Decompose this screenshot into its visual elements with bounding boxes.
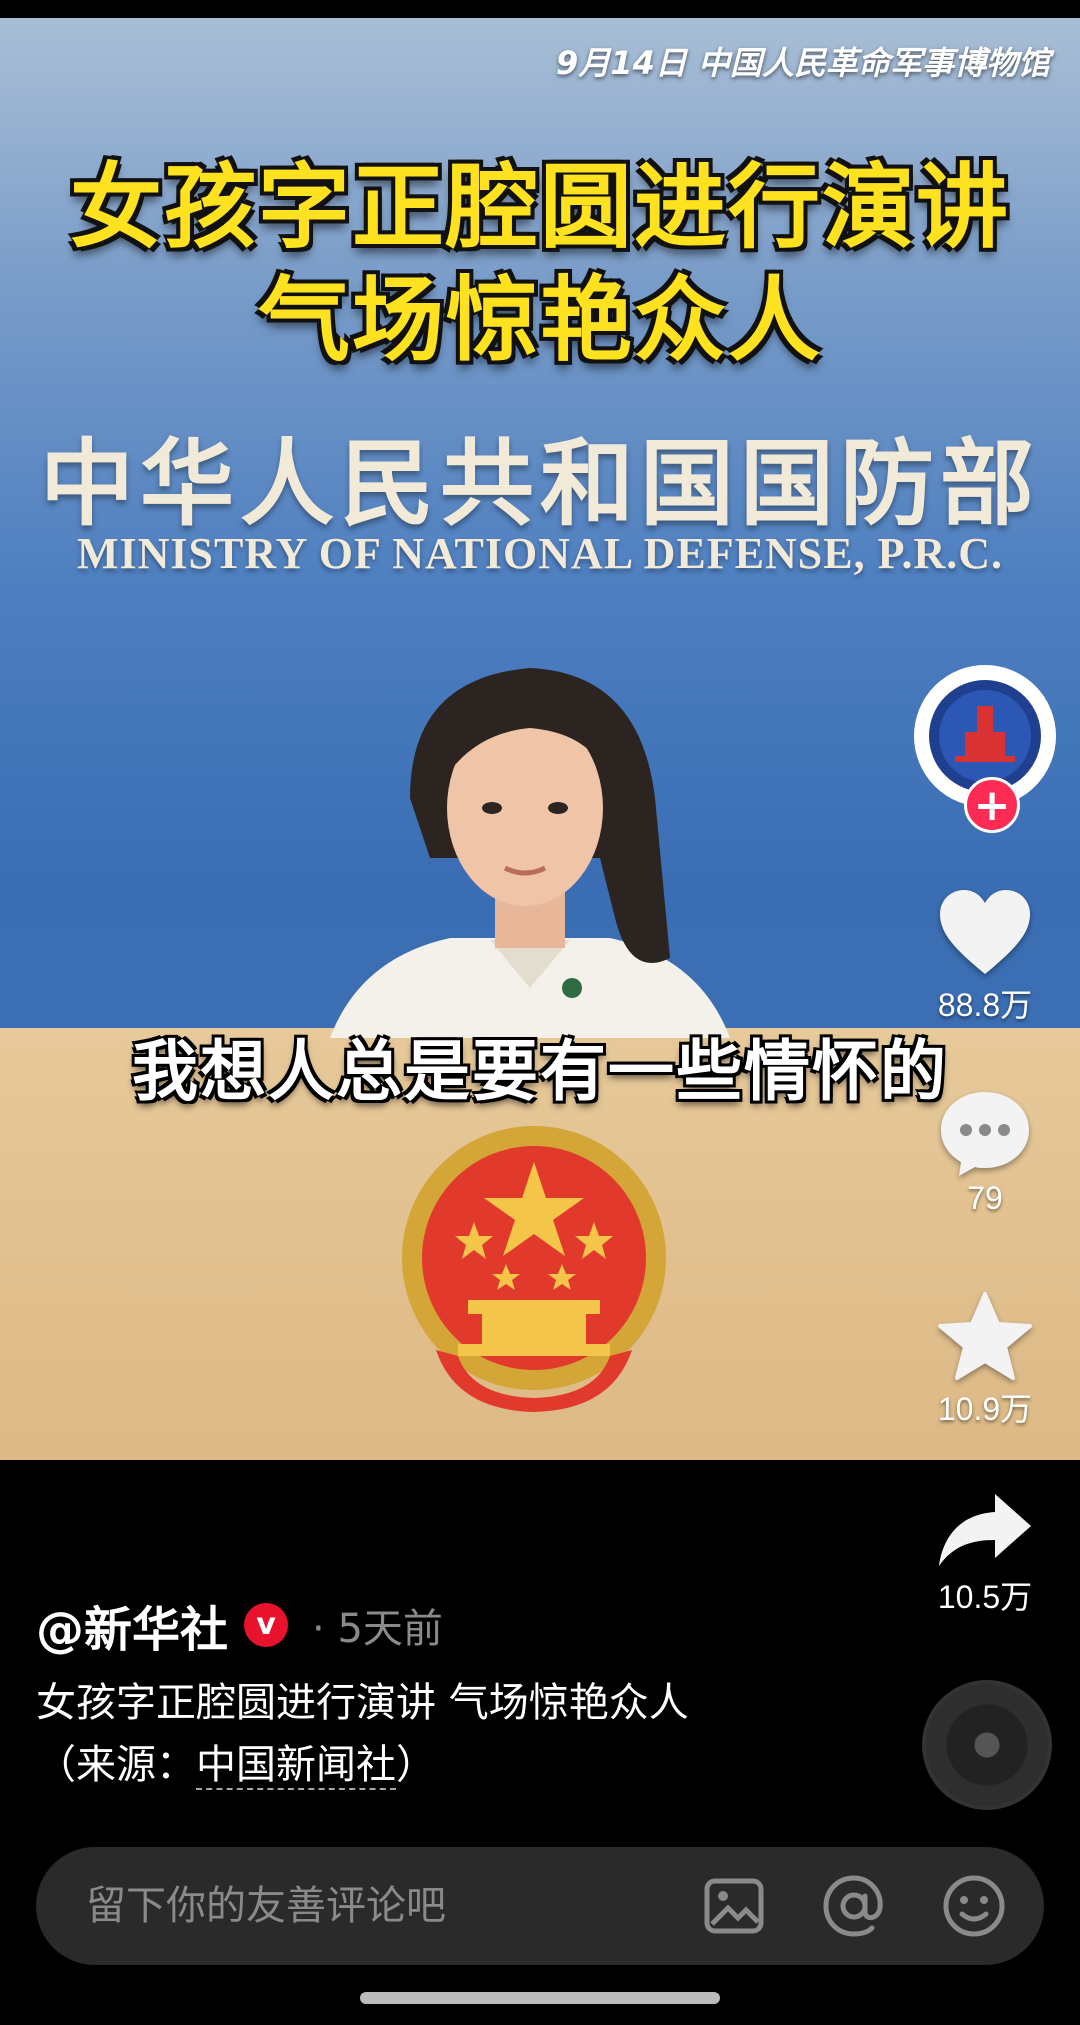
like-action[interactable]: 88.8万: [920, 888, 1050, 1026]
video-meta-line: 9月14日 中国人民革命军事博物馆: [556, 44, 1050, 82]
verified-badge-icon: v: [244, 1603, 289, 1647]
post-caption: 女孩字正腔圆进行演讲 气场惊艳众人: [36, 1680, 689, 1726]
like-count: 88.8万: [937, 987, 1033, 1023]
source-prefix: （来源：: [36, 1742, 196, 1788]
speaker-girl-figure: [330, 668, 730, 1038]
backdrop-title-en: MINISTRY OF NATIONAL DEFENSE, P.R.C.: [77, 529, 1003, 578]
mention-button[interactable]: [814, 1866, 894, 1946]
post-author-line: @新华社 v · 5天前: [36, 1590, 443, 1660]
comment-bar: [36, 1847, 1044, 1965]
emoji-button[interactable]: [934, 1866, 1014, 1946]
favorite-count: 10.9万: [937, 1391, 1033, 1427]
share-icon: [939, 1494, 1031, 1566]
heart-icon: [940, 890, 1030, 974]
favorite-action[interactable]: 10.9万: [920, 1290, 1050, 1430]
music-disc-icon[interactable]: [922, 1680, 1052, 1810]
post-source: （来源：中国新闻社）: [36, 1734, 816, 1796]
home-indicator[interactable]: [360, 1992, 720, 2004]
at-icon: [823, 1875, 883, 1937]
star-icon: [938, 1292, 1032, 1380]
image-icon: [704, 1878, 764, 1934]
post-time: · 5天前: [312, 1606, 443, 1652]
national-emblem: [402, 1126, 666, 1412]
source-suffix: ）: [396, 1742, 436, 1788]
video-headline-line2: 气场惊艳众人: [257, 267, 822, 374]
author-name[interactable]: @新华社: [36, 1590, 228, 1660]
video-subtitle: 我想人总是要有一些情怀的: [132, 1033, 948, 1110]
comment-count: 79: [967, 1180, 1003, 1216]
share-action[interactable]: 10.5万: [920, 1490, 1050, 1618]
author-avatar-group: +: [914, 665, 1056, 835]
comment-icon: [941, 1092, 1029, 1176]
source-link[interactable]: 中国新闻社: [196, 1742, 396, 1790]
comment-action[interactable]: 79: [920, 1088, 1050, 1217]
follow-button[interactable]: +: [964, 777, 1020, 833]
emoji-icon: [943, 1875, 1005, 1937]
backdrop-title-cn: 中华人民共和国国防部: [39, 430, 1040, 539]
post-description: 女孩字正腔圆进行演讲 气场惊艳众人 （来源：中国新闻社）: [36, 1672, 816, 1796]
share-count: 10.5万: [937, 1579, 1033, 1615]
comment-input[interactable]: [86, 1883, 654, 1929]
image-picker-button[interactable]: [694, 1866, 774, 1946]
